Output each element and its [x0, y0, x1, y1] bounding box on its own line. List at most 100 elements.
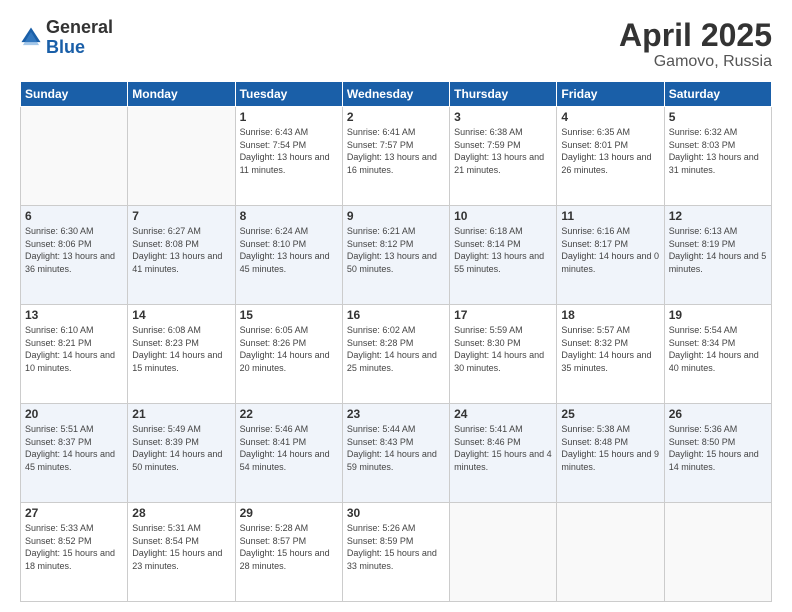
table-row: 2 Sunrise: 6:41 AM Sunset: 7:57 PM Daylig… [342, 107, 449, 206]
table-row: 3Sunrise: 6:38 AM Sunset: 7:59 PM Daylig… [450, 107, 557, 206]
day-info: Sunrise: 6:02 AM Sunset: 8:28 PM Dayligh… [347, 324, 445, 374]
table-row: 23 Sunrise: 5:44 AM Sunset: 8:43 PM Dayli… [342, 404, 449, 503]
day-info: Sunrise: 6:08 AM Sunset: 8:23 PM Dayligh… [132, 324, 230, 374]
table-row: 18 Sunrise: 5:57 AM Sunset: 8:32 PM Dayli… [557, 305, 664, 404]
table-row: 12 Sunrise: 6:13 AM Sunset: 8:19 PM Dayli… [664, 206, 771, 305]
table-row: 1Sunrise: 6:43 AM Sunset: 7:54 PM Daylig… [235, 107, 342, 206]
day-number: 23 [347, 407, 445, 421]
logo-blue: Blue [46, 38, 113, 58]
table-row [664, 503, 771, 602]
day-info: Sunrise: 6:05 AM Sunset: 8:26 PM Dayligh… [240, 324, 338, 374]
table-row: 29 Sunrise: 5:28 AM Sunset: 8:57 PM Dayli… [235, 503, 342, 602]
table-row: 9 Sunrise: 6:21 AM Sunset: 8:12 PM Daylig… [342, 206, 449, 305]
table-row: 24 Sunrise: 5:41 AM Sunset: 8:46 PM Dayli… [450, 404, 557, 503]
day-number: 30 [347, 506, 445, 520]
day-info: Sunrise: 5:28 AM Sunset: 8:57 PM Dayligh… [240, 522, 338, 572]
day-info: Sunrise: 5:49 AM Sunset: 8:39 PM Dayligh… [132, 423, 230, 473]
col-sunday: Sunday [21, 82, 128, 107]
day-number: 29 [240, 506, 338, 520]
table-row: 21Sunrise: 5:49 AM Sunset: 8:39 PM Dayli… [128, 404, 235, 503]
day-info: Sunrise: 5:36 AM Sunset: 8:50 PM Dayligh… [669, 423, 767, 473]
table-row: 5 Sunrise: 6:32 AM Sunset: 8:03 PM Daylig… [664, 107, 771, 206]
header-row: Sunday Monday Tuesday Wednesday Thursday… [21, 82, 772, 107]
day-number: 25 [561, 407, 659, 421]
header: General Blue April 2025 Gamovo, Russia [20, 18, 772, 71]
table-row: 17Sunrise: 5:59 AM Sunset: 8:30 PM Dayli… [450, 305, 557, 404]
day-number: 11 [561, 209, 659, 223]
day-number: 18 [561, 308, 659, 322]
table-row [450, 503, 557, 602]
logo-general: General [46, 18, 113, 38]
table-row: 7 Sunrise: 6:27 AM Sunset: 8:08 PM Daylig… [128, 206, 235, 305]
day-number: 17 [454, 308, 552, 322]
day-info: Sunrise: 6:21 AM Sunset: 8:12 PM Dayligh… [347, 225, 445, 275]
day-info: Sunrise: 5:41 AM Sunset: 8:46 PM Dayligh… [454, 423, 552, 473]
page: General Blue April 2025 Gamovo, Russia S… [0, 0, 792, 612]
day-number: 4 [561, 110, 659, 124]
table-row [21, 107, 128, 206]
table-row: 14 Sunrise: 6:08 AM Sunset: 8:23 PM Dayli… [128, 305, 235, 404]
day-number: 12 [669, 209, 767, 223]
day-number: 22 [240, 407, 338, 421]
day-number: 6 [25, 209, 123, 223]
table-row: 10 Sunrise: 6:18 AM Sunset: 8:14 PM Dayli… [450, 206, 557, 305]
table-row: 26Sunrise: 5:36 AM Sunset: 8:50 PM Dayli… [664, 404, 771, 503]
day-info: Sunrise: 6:32 AM Sunset: 8:03 PM Dayligh… [669, 126, 767, 176]
col-saturday: Saturday [664, 82, 771, 107]
day-info: Sunrise: 6:13 AM Sunset: 8:19 PM Dayligh… [669, 225, 767, 275]
day-number: 2 [347, 110, 445, 124]
col-friday: Friday [557, 82, 664, 107]
day-info: Sunrise: 6:27 AM Sunset: 8:08 PM Dayligh… [132, 225, 230, 275]
table-row: 22 Sunrise: 5:46 AM Sunset: 8:41 PM Dayli… [235, 404, 342, 503]
day-info: Sunrise: 5:57 AM Sunset: 8:32 PM Dayligh… [561, 324, 659, 374]
day-info: Sunrise: 5:54 AM Sunset: 8:34 PM Dayligh… [669, 324, 767, 374]
table-row: 30Sunrise: 5:26 AM Sunset: 8:59 PM Dayli… [342, 503, 449, 602]
table-row: 4Sunrise: 6:35 AM Sunset: 8:01 PM Daylig… [557, 107, 664, 206]
day-number: 9 [347, 209, 445, 223]
day-info: Sunrise: 5:38 AM Sunset: 8:48 PM Dayligh… [561, 423, 659, 473]
table-row: 20 Sunrise: 5:51 AM Sunset: 8:37 PM Dayli… [21, 404, 128, 503]
day-info: Sunrise: 6:10 AM Sunset: 8:21 PM Dayligh… [25, 324, 123, 374]
day-number: 28 [132, 506, 230, 520]
day-info: Sunrise: 5:44 AM Sunset: 8:43 PM Dayligh… [347, 423, 445, 473]
day-info: Sunrise: 5:51 AM Sunset: 8:37 PM Dayligh… [25, 423, 123, 473]
table-row: 13Sunrise: 6:10 AM Sunset: 8:21 PM Dayli… [21, 305, 128, 404]
location: Gamovo, Russia [619, 53, 772, 71]
day-number: 24 [454, 407, 552, 421]
day-info: Sunrise: 5:46 AM Sunset: 8:41 PM Dayligh… [240, 423, 338, 473]
day-number: 15 [240, 308, 338, 322]
day-number: 7 [132, 209, 230, 223]
calendar-week-3: 13Sunrise: 6:10 AM Sunset: 8:21 PM Dayli… [21, 305, 772, 404]
day-number: 10 [454, 209, 552, 223]
day-number: 16 [347, 308, 445, 322]
calendar-week-1: 1Sunrise: 6:43 AM Sunset: 7:54 PM Daylig… [21, 107, 772, 206]
day-info: Sunrise: 6:41 AM Sunset: 7:57 PM Dayligh… [347, 126, 445, 176]
table-row: 25 Sunrise: 5:38 AM Sunset: 8:48 PM Dayli… [557, 404, 664, 503]
logo-icon [20, 26, 42, 48]
day-info: Sunrise: 6:16 AM Sunset: 8:17 PM Dayligh… [561, 225, 659, 275]
table-row [557, 503, 664, 602]
logo-text: General Blue [46, 18, 113, 58]
table-row [128, 107, 235, 206]
table-row: 11 Sunrise: 6:16 AM Sunset: 8:17 PM Dayli… [557, 206, 664, 305]
day-info: Sunrise: 6:30 AM Sunset: 8:06 PM Dayligh… [25, 225, 123, 275]
col-thursday: Thursday [450, 82, 557, 107]
title-block: April 2025 Gamovo, Russia [619, 18, 772, 71]
day-number: 1 [240, 110, 338, 124]
day-info: Sunrise: 6:18 AM Sunset: 8:14 PM Dayligh… [454, 225, 552, 275]
table-row: 6 Sunrise: 6:30 AM Sunset: 8:06 PM Daylig… [21, 206, 128, 305]
table-row: 8Sunrise: 6:24 AM Sunset: 8:10 PM Daylig… [235, 206, 342, 305]
month-title: April 2025 [619, 18, 772, 53]
table-row: 16 Sunrise: 6:02 AM Sunset: 8:28 PM Dayli… [342, 305, 449, 404]
calendar: Sunday Monday Tuesday Wednesday Thursday… [20, 81, 772, 602]
day-info: Sunrise: 5:31 AM Sunset: 8:54 PM Dayligh… [132, 522, 230, 572]
day-number: 5 [669, 110, 767, 124]
day-number: 14 [132, 308, 230, 322]
day-info: Sunrise: 6:24 AM Sunset: 8:10 PM Dayligh… [240, 225, 338, 275]
day-number: 3 [454, 110, 552, 124]
table-row: 19Sunrise: 5:54 AM Sunset: 8:34 PM Dayli… [664, 305, 771, 404]
calendar-week-2: 6 Sunrise: 6:30 AM Sunset: 8:06 PM Daylig… [21, 206, 772, 305]
day-number: 20 [25, 407, 123, 421]
calendar-week-4: 20 Sunrise: 5:51 AM Sunset: 8:37 PM Dayli… [21, 404, 772, 503]
table-row: 15 Sunrise: 6:05 AM Sunset: 8:26 PM Dayli… [235, 305, 342, 404]
